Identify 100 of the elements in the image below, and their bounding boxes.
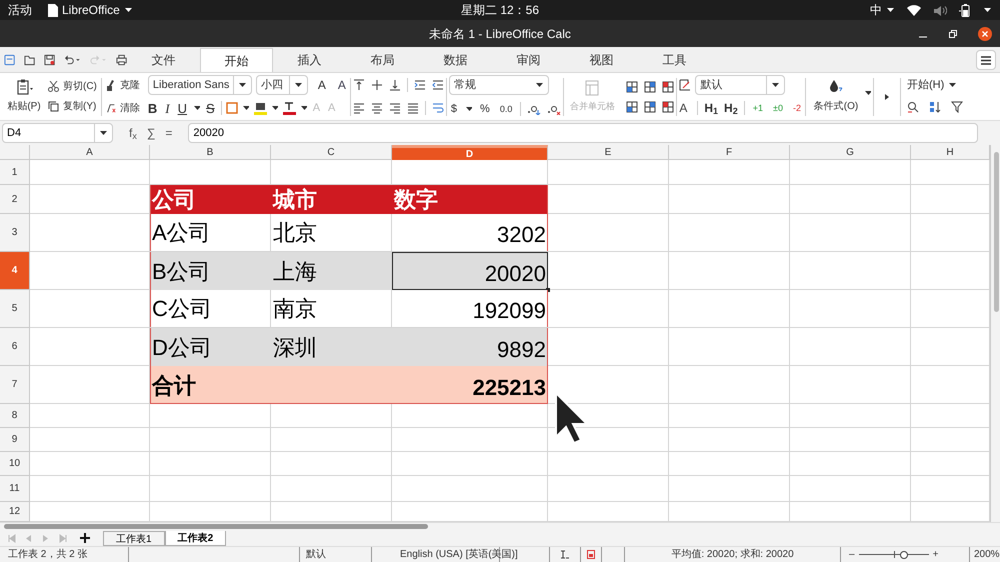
style-variant-button[interactable]: ±0 <box>771 104 785 112</box>
table-cell[interactable] <box>669 290 790 328</box>
table-cell[interactable]: 3202 <box>392 214 548 252</box>
table-cell[interactable] <box>30 404 150 428</box>
row-header[interactable]: 1 <box>0 160 30 185</box>
row-header[interactable]: 5 <box>0 290 30 328</box>
dropdown-caret-icon[interactable] <box>193 104 200 112</box>
clock[interactable]: 星期二 12：56 <box>460 3 540 17</box>
table-cell[interactable]: C公司 <box>150 290 271 328</box>
row-header[interactable]: 6 <box>0 328 30 366</box>
indent-icon[interactable] <box>414 79 426 91</box>
table-cell[interactable] <box>790 404 911 428</box>
dropdown-caret-icon[interactable] <box>300 104 307 112</box>
function-wizard-button[interactable]: f$_{x}$ <box>129 127 137 139</box>
row-header[interactable]: 2 <box>0 185 30 214</box>
percent-button[interactable]: % <box>478 104 492 114</box>
selection-mode-icon[interactable] <box>560 550 570 559</box>
next-sheet-icon[interactable] <box>42 534 50 542</box>
table-cell[interactable] <box>392 476 548 502</box>
table-cell[interactable] <box>790 366 911 404</box>
table-cell[interactable]: 公司 <box>150 185 271 214</box>
dropdown-caret-icon[interactable] <box>465 105 472 113</box>
print-icon[interactable] <box>116 54 127 66</box>
table-cell[interactable] <box>669 252 790 290</box>
horizontal-scrollbar-thumb[interactable] <box>4 524 428 529</box>
menu-button[interactable] <box>976 50 996 70</box>
sheet-tab[interactable]: 工作表1 <box>103 531 165 546</box>
table-cell[interactable] <box>669 328 790 366</box>
formula-input[interactable]: 20020 <box>188 123 978 143</box>
app-menu[interactable]: LibreOffice <box>48 1 133 19</box>
table-cell[interactable] <box>790 160 911 185</box>
speaker-icon[interactable] <box>933 4 947 16</box>
name-box[interactable]: D4 <box>2 123 113 143</box>
table-cell[interactable] <box>548 160 669 185</box>
table-cell[interactable] <box>790 214 911 252</box>
table-cell[interactable] <box>548 452 669 476</box>
font-size-field[interactable]: 小四 <box>256 75 308 95</box>
table-cell[interactable] <box>392 452 548 476</box>
table-cell[interactable] <box>790 452 911 476</box>
zoom-out-button[interactable]: – <box>849 550 855 560</box>
menu-tab[interactable]: 审阅 <box>492 48 565 72</box>
row-header[interactable]: 10 <box>0 452 30 476</box>
bold-button[interactable]: B <box>146 102 160 114</box>
justify-icon[interactable] <box>406 102 419 114</box>
table-cell[interactable] <box>150 452 271 476</box>
table-cell[interactable] <box>790 290 911 328</box>
select-all-corner[interactable] <box>0 145 30 160</box>
table-cell[interactable] <box>669 428 790 452</box>
table-cell[interactable]: 192099 <box>392 290 548 328</box>
menu-tab[interactable]: 工具 <box>638 48 711 72</box>
redo-icon[interactable] <box>90 54 107 66</box>
sum-button[interactable]: ∑ <box>146 127 156 139</box>
vertical-scrollbar-thumb[interactable] <box>994 152 999 312</box>
table-cell[interactable] <box>150 404 271 428</box>
style-variant-button[interactable]: +1 <box>750 104 765 112</box>
caret-icon[interactable] <box>983 6 992 14</box>
table-cell[interactable]: 225213 <box>392 366 548 404</box>
first-sheet-icon[interactable] <box>8 534 16 542</box>
table-cell[interactable] <box>790 476 911 502</box>
search-icon[interactable] <box>906 101 919 114</box>
paste-button[interactable]: 粘贴(P) <box>7 79 41 114</box>
table-cell[interactable] <box>30 160 150 185</box>
table-cell[interactable] <box>30 428 150 452</box>
battery-icon[interactable] <box>959 4 971 16</box>
table-cell[interactable] <box>548 290 669 328</box>
table-cell[interactable]: 9892 <box>392 328 548 366</box>
table-cell[interactable]: 20020 <box>392 252 548 290</box>
table-cell[interactable]: 深圳 <box>271 328 392 366</box>
table-cell[interactable] <box>271 452 392 476</box>
number-format-field[interactable]: 常规 <box>448 75 549 95</box>
column-header[interactable]: B <box>150 145 271 160</box>
table-cell[interactable] <box>392 428 548 452</box>
copy-button[interactable]: 复制(Y) <box>46 99 99 114</box>
close-icon[interactable] <box>978 26 992 40</box>
table-cell[interactable]: A公司 <box>150 214 271 252</box>
expand-icon[interactable] <box>884 92 890 100</box>
table-cell[interactable] <box>30 452 150 476</box>
menu-tab[interactable]: 数据 <box>419 48 492 72</box>
align-right-icon[interactable] <box>388 102 401 114</box>
underline-button[interactable]: U <box>176 102 190 114</box>
table-cell[interactable]: 数字 <box>392 185 548 214</box>
table-cell[interactable] <box>790 185 911 214</box>
table-cell[interactable] <box>548 252 669 290</box>
table-cell[interactable]: 合计 <box>150 366 392 404</box>
decimal-button[interactable]: 0.0 <box>498 104 514 114</box>
align-center-icon[interactable] <box>370 102 383 114</box>
zoom-slider-thumb[interactable] <box>900 550 908 558</box>
table-cell[interactable]: D公司 <box>150 328 271 366</box>
grow-font-button[interactable]: A <box>316 79 328 91</box>
style-button[interactable]: H$_{1}$ <box>704 102 718 114</box>
align-bottom-icon[interactable] <box>388 79 401 91</box>
clone-button[interactable]: 克隆 <box>104 78 144 92</box>
style-button[interactable]: H$_{2}$ <box>724 102 738 114</box>
sheet-tab[interactable]: 工作表2 <box>164 531 226 546</box>
strikethrough-button[interactable]: S <box>204 102 217 114</box>
align-middle-icon[interactable] <box>370 79 383 91</box>
column-header[interactable]: A <box>30 145 150 160</box>
new-document-icon[interactable] <box>4 54 16 66</box>
document-modified-icon[interactable] <box>587 550 595 559</box>
table-cell[interactable] <box>271 428 392 452</box>
